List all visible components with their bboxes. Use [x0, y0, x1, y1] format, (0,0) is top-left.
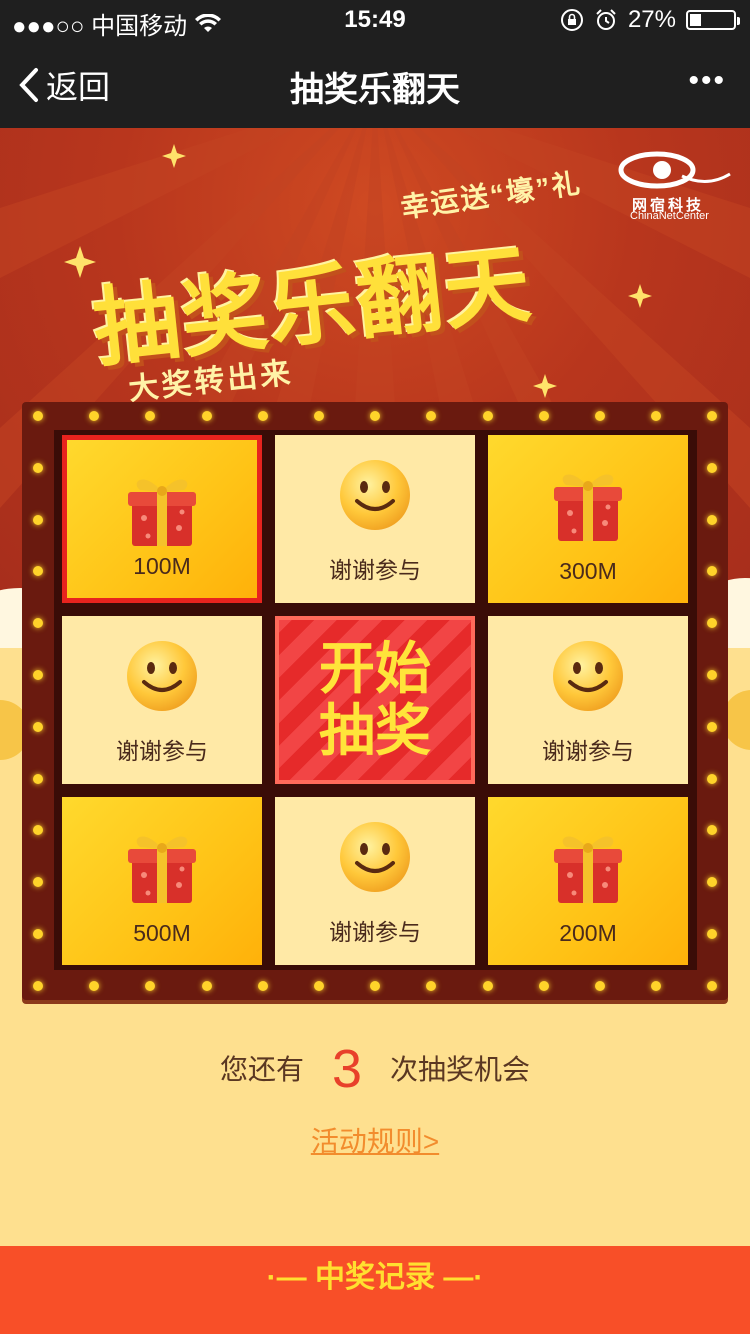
marquee-light [482, 981, 493, 991]
marquee-light [33, 566, 43, 577]
marquee-light [33, 618, 43, 629]
gift-icon [128, 836, 196, 903]
marquee-light [707, 721, 717, 732]
battery-icon [686, 10, 740, 30]
marquee-light [314, 411, 324, 421]
marquee-light [707, 877, 717, 888]
winning-records-button[interactable]: ·— 中奖记录 —· [0, 1246, 750, 1334]
marquee-light [707, 618, 717, 629]
marquee-light [33, 721, 43, 732]
prize-label: 100M [133, 553, 191, 579]
marquee-light [257, 981, 268, 991]
marquee-light [33, 773, 43, 784]
marquee-light [707, 670, 717, 680]
marquee-light [370, 981, 381, 991]
marquee-light [33, 981, 43, 991]
gift-icon [128, 479, 196, 546]
marquee-light [314, 981, 324, 991]
marquee-light [707, 566, 717, 577]
gift-icon [554, 836, 622, 903]
more-button[interactable]: ••• [688, 64, 726, 98]
prize-cell-thanks[interactable]: 谢谢参与 [62, 616, 262, 784]
marquee-light [651, 981, 662, 991]
marquee-light [33, 825, 43, 836]
marquee-light [201, 411, 212, 421]
marquee-light [33, 514, 43, 525]
marquee-light [651, 411, 662, 421]
marquee-light [426, 411, 437, 421]
battery-percent: 27% [627, 6, 676, 33]
alarm-icon [596, 9, 616, 30]
marquee-light [595, 411, 605, 421]
prize-cell-thanks[interactable]: 谢谢参与 [488, 616, 688, 784]
prize-cell-100m[interactable]: 100M [62, 435, 262, 603]
rotation-lock-icon [560, 9, 583, 31]
marquee-light [707, 825, 717, 836]
smiley-icon [340, 460, 410, 530]
prize-cell-thanks[interactable]: 谢谢参与 [275, 797, 475, 965]
prize-label: 谢谢参与 [116, 738, 208, 764]
chinanetcenter-logo: 网宿科技 ChinaNetCenter [612, 148, 734, 222]
smiley-icon [553, 641, 623, 711]
marquee-light [145, 411, 156, 421]
prize-label: 谢谢参与 [329, 557, 421, 583]
start-line-1: 开始 [319, 637, 431, 700]
chances-count: 3 [331, 1039, 363, 1099]
logo-text-en: ChinaNetCenter [630, 210, 709, 222]
lottery-board: 100M 谢谢参与 300M 谢谢参与 开始 抽奖 谢谢参与 500M 谢谢参与… [22, 402, 728, 1000]
marquee-light [33, 929, 43, 939]
status-bar: ●●●○○ 中国移动 15:49 27% [0, 0, 750, 40]
smiley-icon [340, 822, 410, 892]
marquee-light [482, 411, 493, 421]
start-draw-button[interactable]: 开始 抽奖 [275, 616, 475, 784]
marquee-light [89, 411, 100, 421]
page-title: 抽奖乐翻天 [290, 71, 460, 109]
marquee-light [33, 462, 43, 473]
remaining-chances: 您还有 3 次抽奖机会 [0, 1038, 750, 1100]
marquee-light [538, 981, 549, 991]
battery-fill [690, 14, 702, 26]
prize-label: 300M [559, 558, 617, 584]
marquee-light [33, 670, 43, 680]
chances-prefix: 您还有 [219, 1054, 304, 1085]
rules-link[interactable]: 活动规则> [0, 1120, 750, 1160]
prize-cell-500m[interactable]: 500M [62, 797, 262, 965]
marquee-light [707, 773, 717, 784]
prize-cell-300m[interactable]: 300M [488, 435, 688, 603]
marquee-light [707, 462, 717, 473]
start-line-2: 抽奖 [319, 699, 431, 762]
board-grid: 100M 谢谢参与 300M 谢谢参与 开始 抽奖 谢谢参与 500M 谢谢参与… [54, 430, 697, 970]
prize-label: 谢谢参与 [329, 919, 421, 945]
prize-label: 500M [133, 920, 191, 946]
marquee-light [707, 411, 718, 421]
start-draw-label: 开始 抽奖 [279, 638, 471, 762]
logo-mark-icon [618, 151, 731, 189]
prize-label: 谢谢参与 [542, 738, 634, 764]
smiley-icon [127, 641, 197, 711]
marquee-light [33, 411, 43, 421]
marquee-light [89, 981, 100, 991]
marquee-light [33, 877, 43, 888]
marquee-light [707, 929, 717, 939]
marquee-light [426, 981, 437, 991]
marquee-light [201, 981, 212, 991]
marquee-light [538, 411, 549, 421]
marquee-light [707, 981, 718, 991]
status-right: 27% [560, 6, 740, 34]
chances-suffix: 次抽奖机会 [390, 1054, 531, 1085]
prize-label: 200M [559, 920, 617, 946]
nav-bar: 返回 抽奖乐翻天 ••• [0, 40, 750, 128]
marquee-light [145, 981, 156, 991]
marquee-light [595, 981, 605, 991]
marquee-light [707, 514, 717, 525]
marquee-light [257, 411, 268, 421]
marquee-light [370, 411, 381, 421]
prize-cell-200m[interactable]: 200M [488, 797, 688, 965]
gift-icon [554, 474, 622, 541]
prize-cell-thanks[interactable]: 谢谢参与 [275, 435, 475, 603]
